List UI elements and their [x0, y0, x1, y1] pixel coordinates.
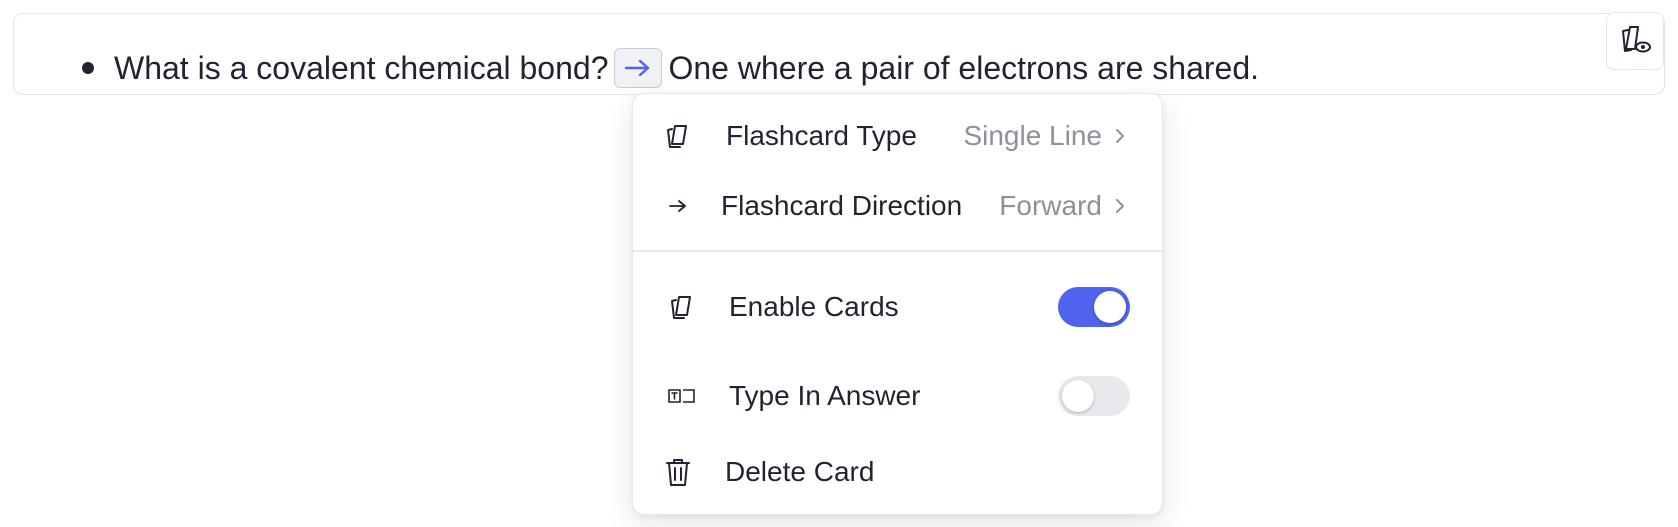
text-input-icon — [667, 381, 697, 411]
enable-cards-label: Enable Cards — [729, 291, 899, 322]
type-in-answer-label: Type In Answer — [729, 380, 921, 411]
menu-item-flashcard-direction[interactable]: Flashcard Direction Forward — [633, 176, 1162, 236]
page: What is a covalent chemical bond? One wh… — [0, 0, 1678, 527]
flashcard-type-value-text: Single Line — [963, 120, 1102, 151]
menu-item-type-in-answer[interactable]: Type In Answer — [633, 366, 1162, 426]
bullet-line-card: What is a covalent chemical bond? One wh… — [13, 13, 1665, 95]
trash-icon — [663, 457, 693, 487]
answer-text[interactable]: One where a pair of electrons are shared… — [668, 43, 1259, 93]
menu-divider — [633, 250, 1162, 252]
cards-icon — [663, 121, 693, 151]
toggle-knob — [1094, 291, 1126, 323]
flashcard-direction-value-text: Forward — [999, 190, 1102, 221]
flashcard-options-menu: Flashcard Type Single Line Flashcard Dir… — [632, 93, 1163, 515]
menu-item-delete-card[interactable]: Delete Card — [633, 442, 1162, 502]
cards-icon — [667, 292, 697, 322]
flashcard-direction-label: Flashcard Direction — [721, 190, 963, 221]
bullet-dot — [82, 62, 94, 74]
delete-card-label: Delete Card — [725, 456, 875, 487]
flashcard-type-label: Flashcard Type — [726, 120, 917, 151]
enable-cards-toggle[interactable] — [1058, 287, 1130, 327]
arrow-right-icon — [663, 191, 693, 221]
card-preview-icon — [1618, 22, 1652, 61]
menu-item-enable-cards[interactable]: Enable Cards — [633, 277, 1162, 337]
card-preview-button[interactable] — [1606, 12, 1664, 70]
flashcard-line[interactable]: What is a covalent chemical bond? One wh… — [114, 43, 1259, 93]
flashcard-direction-value[interactable]: Forward — [999, 190, 1126, 222]
type-in-answer-toggle[interactable] — [1058, 376, 1130, 416]
chevron-right-icon — [1114, 127, 1126, 145]
question-text[interactable]: What is a covalent chemical bond? — [114, 43, 608, 93]
arrow-right-icon[interactable] — [614, 48, 663, 88]
menu-item-flashcard-type[interactable]: Flashcard Type Single Line — [633, 106, 1162, 166]
flashcard-type-value[interactable]: Single Line — [963, 120, 1126, 152]
toggle-knob — [1062, 380, 1094, 412]
chevron-right-icon — [1114, 197, 1126, 215]
